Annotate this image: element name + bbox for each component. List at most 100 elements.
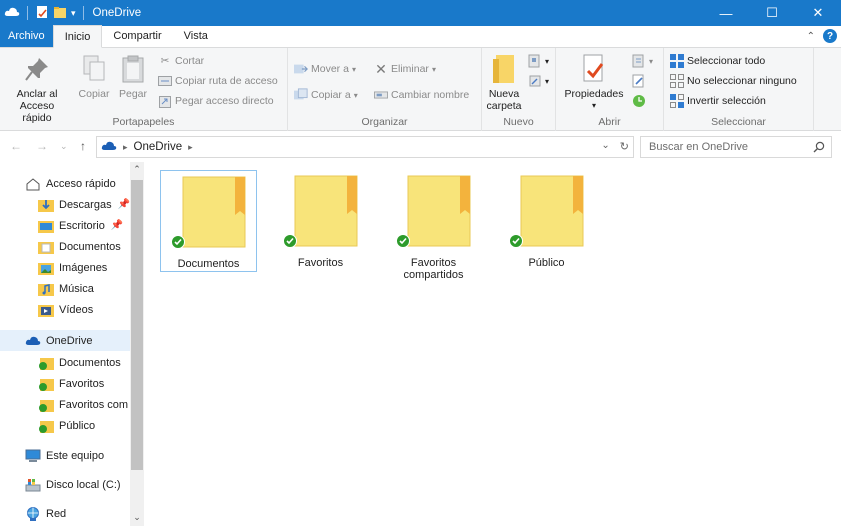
paste-icon <box>117 52 149 86</box>
up-button[interactable]: ↑ <box>80 139 86 153</box>
rename-button[interactable]: Cambiar nombre <box>374 88 469 102</box>
onedrive-cloud-icon <box>101 140 117 154</box>
recent-locations-button[interactable]: ⌄ <box>60 141 68 152</box>
nav-onedrive-favorites[interactable]: Favoritos <box>0 373 130 394</box>
folder-tile[interactable]: Favoritos <box>272 170 369 272</box>
copy-path-icon <box>158 74 172 88</box>
customize-qat-icon[interactable]: ▾ <box>71 8 76 19</box>
select-none-button[interactable]: No seleccionar ninguno <box>670 74 797 88</box>
address-dropdown-icon[interactable]: ⌄ <box>601 140 609 153</box>
select-all-button[interactable]: Seleccionar todo <box>670 54 765 68</box>
open-icon <box>632 54 646 68</box>
open-button[interactable]: ▾ <box>632 54 653 68</box>
paste-button[interactable]: Pegar <box>116 52 150 100</box>
nav-music[interactable]: Música <box>0 278 130 299</box>
new-folder-button[interactable]: Nueva carpeta <box>484 52 524 112</box>
folder-tile[interactable]: Público <box>498 170 595 272</box>
downloads-folder-icon <box>38 197 54 213</box>
properties-icon[interactable] <box>35 5 49 22</box>
folder-tile[interactable]: Documentos <box>160 170 257 272</box>
invert-selection-button[interactable]: Invertir selección <box>670 94 766 108</box>
cut-button[interactable]: ✂ Cortar <box>158 54 205 68</box>
edit-icon <box>632 74 646 88</box>
star-icon <box>25 176 41 192</box>
nav-videos[interactable]: Vídeos <box>0 299 130 320</box>
window-title: OneDrive <box>92 7 142 19</box>
tab-home[interactable]: Inicio <box>52 25 103 48</box>
help-icon[interactable]: ? <box>823 29 837 43</box>
easy-access-button[interactable]: ▾ <box>528 74 549 88</box>
address-bar[interactable]: ▸ OneDrive ▸ ⌄ ↻ <box>96 136 634 158</box>
folder-name: Favoritos compartidos <box>403 257 464 281</box>
nav-pictures[interactable]: Imágenes <box>0 257 130 278</box>
tab-share[interactable]: Compartir <box>102 25 172 47</box>
select-group-label: Seleccionar <box>711 116 766 128</box>
folder-tile[interactable]: Favoritos compartidos <box>385 170 482 281</box>
new-item-icon <box>528 54 542 68</box>
nav-scrollbar[interactable]: ⌃ ⌄ <box>130 162 144 526</box>
nav-this-pc[interactable]: Este equipo <box>0 445 130 466</box>
scroll-down-icon[interactable]: ⌄ <box>130 512 144 523</box>
select-all-icon <box>670 54 684 68</box>
nav-onedrive-public[interactable]: Público <box>0 415 130 436</box>
documents-folder-icon <box>38 239 54 255</box>
new-group-label: Nuevo <box>503 116 534 128</box>
invert-selection-icon <box>670 94 684 108</box>
properties-dropdown-icon[interactable]: ▾ <box>592 100 596 112</box>
nav-onedrive-documents[interactable]: Documentos <box>0 352 130 373</box>
forward-button[interactable]: → <box>36 139 48 153</box>
synced-folder-icon <box>38 397 54 413</box>
new-item-button[interactable]: ▾ <box>528 54 549 68</box>
sync-ok-icon <box>170 235 185 249</box>
pin-quick-access-button[interactable]: Anclar al Acceso rápido <box>4 52 70 124</box>
sync-ok-icon <box>282 234 297 248</box>
new-group: Nueva carpeta ▾ ▾ Nuevo <box>482 48 556 131</box>
tab-file[interactable]: Archivo <box>0 25 53 47</box>
close-button[interactable]: ✕ <box>795 0 841 26</box>
breadcrumb-separator-icon[interactable]: ▸ <box>123 142 128 153</box>
move-to-button[interactable]: Mover a ▾ <box>294 62 356 76</box>
breadcrumb-onedrive[interactable]: OneDrive <box>134 141 183 153</box>
copy-path-button[interactable]: Copiar ruta de acceso <box>158 74 278 88</box>
tab-view[interactable]: Vista <box>173 25 219 47</box>
copy-to-button[interactable]: Copiar a ▾ <box>294 88 358 102</box>
folder-icon <box>281 170 361 250</box>
nav-desktop[interactable]: Escritorio 📌 <box>0 215 130 236</box>
delete-button[interactable]: ✕ Eliminar ▾ <box>374 60 436 77</box>
minimize-button[interactable]: — <box>703 0 749 26</box>
scroll-thumb[interactable] <box>131 180 143 470</box>
onedrive-cloud-icon <box>25 333 41 349</box>
synced-folder-icon <box>38 418 54 434</box>
address-row: ← → ⌄ ↑ ▸ OneDrive ▸ ⌄ ↻ Buscar en OneDr… <box>0 131 841 162</box>
breadcrumb-separator-icon[interactable]: ▸ <box>188 142 193 153</box>
folder-icon <box>169 171 249 251</box>
back-button[interactable]: ← <box>10 139 22 153</box>
file-list: Documentos Favoritos Favoritos compartid… <box>145 162 841 526</box>
open-group: Propiedades ▾ ▾ Abrir <box>556 48 664 131</box>
scroll-up-icon[interactable]: ⌃ <box>130 164 144 175</box>
properties-button[interactable]: Propiedades ▾ <box>562 52 626 112</box>
copy-button[interactable]: Copiar <box>76 52 112 100</box>
maximize-button[interactable]: ☐ <box>749 0 795 26</box>
nav-documents[interactable]: Documentos <box>0 236 130 257</box>
nav-quick-access[interactable]: Acceso rápido <box>0 173 130 194</box>
nav-onedrive-shared-favorites[interactable]: Favoritos com <box>0 394 130 415</box>
videos-folder-icon <box>38 302 54 318</box>
folder-icon <box>507 170 587 250</box>
history-button[interactable] <box>632 94 646 108</box>
collapse-ribbon-icon[interactable]: ⌃ <box>807 31 815 42</box>
computer-icon <box>25 448 41 464</box>
edit-button[interactable] <box>632 74 646 88</box>
nav-onedrive[interactable]: OneDrive <box>0 330 130 351</box>
nav-downloads[interactable]: Descargas 📌 <box>0 194 130 215</box>
search-input[interactable]: Buscar en OneDrive <box>640 136 832 158</box>
scissors-icon: ✂ <box>160 55 170 67</box>
nav-local-disk[interactable]: Disco local (C:) <box>0 474 130 495</box>
paste-shortcut-button[interactable]: Pegar acceso directo <box>158 94 274 108</box>
refresh-icon[interactable]: ↻ <box>620 140 629 153</box>
new-folder-icon[interactable] <box>53 5 67 22</box>
delete-x-icon: ✕ <box>375 60 387 77</box>
nav-network[interactable]: Red <box>0 503 130 524</box>
pin-icon: 📌 <box>117 199 130 210</box>
search-icon[interactable] <box>813 141 825 156</box>
